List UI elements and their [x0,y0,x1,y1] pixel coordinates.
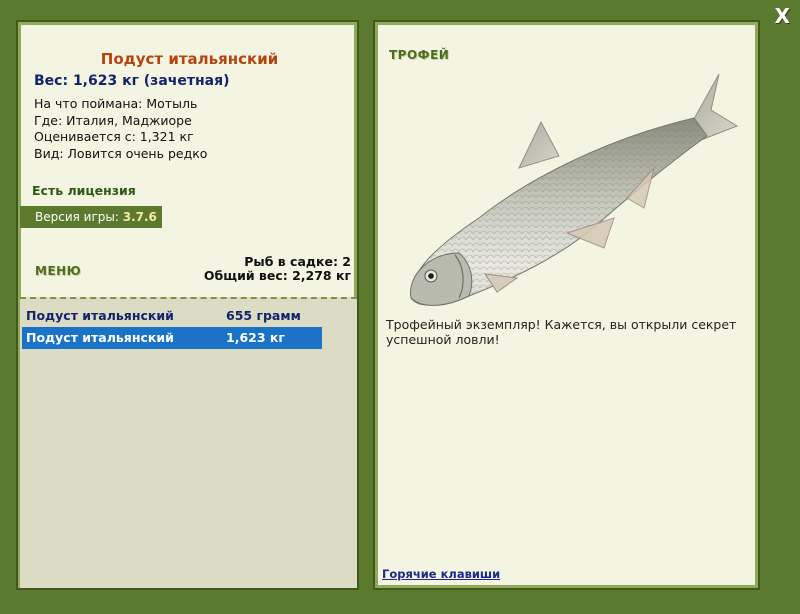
fish-details: На что поймана: Мотыль Где: Италия, Мадж… [34,96,207,162]
version-label: Версия игры: [35,210,123,224]
catch-row-weight: 1,623 кг [226,330,285,345]
trophy-description: Трофейный экземпляр! Кажется, вы открыли… [386,317,737,347]
fish-weight-line: Вес: 1,623 кг (зачетная) [34,73,230,89]
catch-list-row-selected[interactable]: Подуст итальянский 1,623 кг [22,327,322,349]
fish-name-title: Подуст итальянский [100,50,279,68]
game-version-bar: Версия игры: 3.7.6 [20,206,162,228]
fish-info-panel: Подуст итальянский Вес: 1,623 кг (зачетн… [16,20,359,590]
catch-row-name: Подуст итальянский [26,308,174,323]
qualifying-weight-line: Оценивается с: 1,321 кг [34,129,194,144]
menu-button[interactable]: МЕНЮ [35,264,81,278]
trophy-panel: ТРОФЕЙ Трофейный экземпляр! Кажется, вы … [373,20,760,590]
close-button[interactable]: X [775,4,790,28]
hotkeys-link[interactable]: Горячие клавиши [382,567,500,581]
catch-row-weight: 655 грамм [226,308,301,323]
keepnet-total-weight: Общий вес: 2,278 кг [203,268,351,283]
keepnet-count: Рыб в садке: 2 [244,254,351,269]
catch-list-row[interactable]: Подуст итальянский 655 грамм [22,305,322,327]
license-status: Есть лицензия [32,183,136,198]
location-line: Где: Италия, Маджиоре [34,112,192,128]
keepnet-summary: Рыб в садке: 2 Общий вес: 2,278 кг [204,255,351,283]
version-value: 3.7.6 [122,210,157,224]
rarity-line: Вид: Ловится очень редко [34,145,208,161]
fish-image [410,73,739,306]
catch-row-name: Подуст итальянский [26,330,174,345]
bait-line: На что поймана: Мотыль [34,96,198,111]
catch-list: Подуст итальянский 655 грамм Подуст итал… [20,297,357,588]
